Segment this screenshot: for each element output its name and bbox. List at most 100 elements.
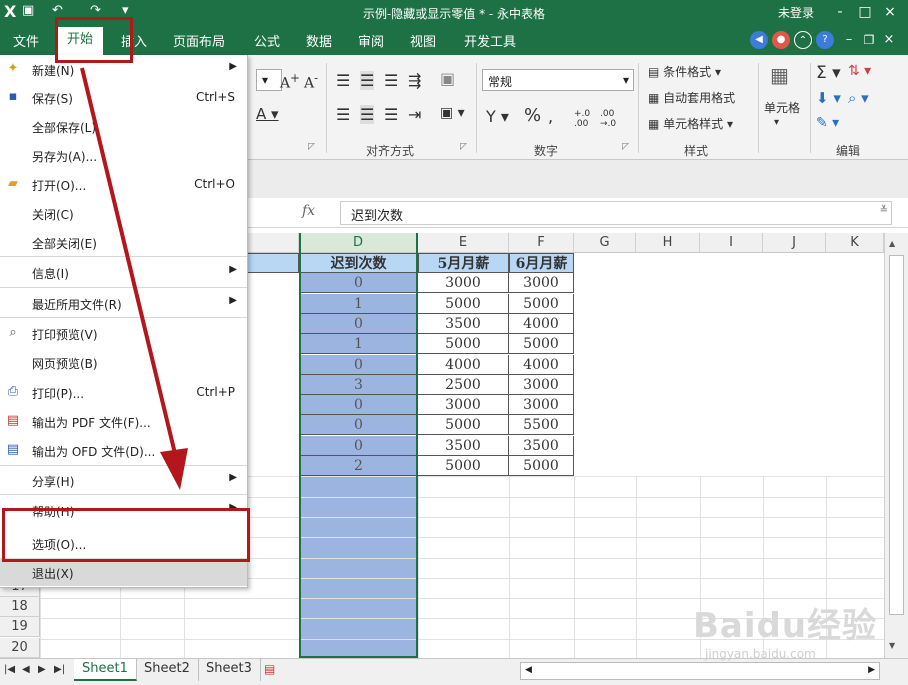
cell-e-9[interactable]: 5000 <box>418 415 509 436</box>
merge-cells-icon[interactable]: ▣ ▾ <box>440 105 465 121</box>
decrease-decimal-icon[interactable]: .00 →.0 <box>600 109 616 129</box>
conditional-format-button[interactable]: ▤ 条件格式 ▾ <box>648 63 721 80</box>
scroll-left-icon[interactable]: ◀ <box>525 665 532 675</box>
cell-d-9[interactable]: 0 <box>299 415 418 436</box>
file-menu-item-14[interactable]: 分享(H) ▶ <box>0 466 247 494</box>
align-middle-icon[interactable]: ☰ <box>360 71 375 90</box>
column-header-d[interactable]: D <box>299 233 418 253</box>
column-header-i[interactable]: I <box>700 233 763 253</box>
currency-format-icon[interactable]: Y ▾ <box>486 107 509 126</box>
formula-input[interactable]: 迟到次数 <box>340 201 892 225</box>
auto-table-format-button[interactable]: ▦ 自动套用格式 <box>648 89 735 106</box>
cell-e-7[interactable]: 2500 <box>418 374 509 395</box>
indent-icon[interactable]: ⇥ <box>408 105 421 124</box>
cell-e-6[interactable]: 4000 <box>418 354 509 375</box>
file-menu-item-12[interactable]: ▤ 输出为 PDF 文件(F)... <box>0 407 247 435</box>
cell-f-7[interactable]: 3000 <box>509 374 574 395</box>
last-sheet-icon[interactable]: ▶| <box>54 664 65 675</box>
vertical-scrollbar[interactable]: ▲ ▼ <box>884 233 908 658</box>
file-menu-item-2[interactable]: 全部保存(L) <box>0 112 247 140</box>
horizontal-scrollbar[interactable]: ◀ ▶ <box>520 662 880 680</box>
find-icon[interactable]: ⌕ ▾ <box>848 89 869 107</box>
cell-e-8[interactable]: 3000 <box>418 395 509 416</box>
cell-f-11[interactable]: 5000 <box>509 456 574 476</box>
fx-icon[interactable]: fx <box>302 203 315 219</box>
column-header-g[interactable]: G <box>574 233 636 253</box>
tab-view[interactable]: 视图 <box>410 31 436 50</box>
next-sheet-icon[interactable]: ▶ <box>38 664 46 675</box>
sheet-tab-1[interactable]: Sheet1 <box>74 659 137 681</box>
align-top-icon[interactable]: ☰ <box>336 71 350 90</box>
cell-style-button[interactable]: ▦ 单元格样式 ▾ <box>648 115 733 132</box>
column-header-h[interactable]: H <box>636 233 700 253</box>
cell-f-10[interactable]: 3500 <box>509 435 574 456</box>
align-bottom-icon[interactable]: ☰ <box>384 71 398 90</box>
cell-d-3[interactable]: 1 <box>299 293 418 314</box>
cell-f-3[interactable]: 5000 <box>509 293 574 314</box>
file-menu-item-11[interactable]: ⎙ 打印(P)... Ctrl+P <box>0 378 247 406</box>
close-button[interactable]: × <box>880 2 900 22</box>
file-menu-item-5[interactable]: 关闭(C) <box>0 199 247 227</box>
cell-d-10[interactable]: 0 <box>299 435 418 456</box>
file-menu-item-3[interactable]: 另存为(A)... <box>0 141 247 169</box>
header-cell-f[interactable]: 6月月薪 <box>509 253 574 273</box>
number-launcher-icon[interactable]: ◸ <box>622 142 629 152</box>
file-menu-item-17[interactable]: 退出(X) <box>0 558 247 586</box>
header-cell-d[interactable]: 迟到次数 <box>299 253 418 273</box>
percent-style-icon[interactable]: % <box>524 105 541 126</box>
doc-minimize-icon[interactable]: – <box>840 31 858 49</box>
cell-d-4[interactable]: 0 <box>299 313 418 334</box>
file-menu-item-10[interactable]: 网页预览(B) <box>0 348 247 376</box>
collapse-ribbon-icon[interactable]: ⌃ <box>794 31 812 49</box>
alignment-launcher-icon[interactable]: ◸ <box>460 142 467 152</box>
file-menu-item-15[interactable]: 帮助(H) ▶ <box>0 496 247 524</box>
file-menu-item-1[interactable]: ▪ 保存(S) Ctrl+S <box>0 83 247 111</box>
prev-sheet-icon[interactable]: ◀ <box>22 664 30 675</box>
file-menu-item-9[interactable]: ⌕ 打印预览(V) <box>0 319 247 347</box>
sheet-tab-3[interactable]: Sheet3 <box>198 659 261 681</box>
cell-d-8[interactable]: 0 <box>299 395 418 416</box>
file-menu-item-6[interactable]: 全部关闭(E) <box>0 228 247 256</box>
cells-button[interactable]: 单元格 <box>764 99 800 116</box>
cell-d-7[interactable]: 3 <box>299 374 418 395</box>
cell-d-5[interactable]: 1 <box>299 334 418 355</box>
cell-e-10[interactable]: 3500 <box>418 435 509 456</box>
font-size-dropdown[interactable]: ▾ <box>256 69 282 91</box>
cell-d-2[interactable]: 0 <box>299 273 418 294</box>
font-color-icon[interactable]: A ▾ <box>256 105 279 123</box>
align-center-icon[interactable]: ☰ <box>360 105 375 124</box>
fill-icon[interactable]: ⬇ ▾ <box>816 89 841 107</box>
align-left-icon[interactable]: ☰ <box>336 105 350 124</box>
autosum-icon[interactable]: Σ ▾ <box>816 63 841 83</box>
cell-d-11[interactable]: 2 <box>299 456 418 476</box>
tab-developer[interactable]: 开发工具 <box>464 31 516 50</box>
column-header-e[interactable]: E <box>418 233 509 253</box>
cell-f-6[interactable]: 4000 <box>509 354 574 375</box>
font-group-launcher-icon[interactable]: ◸ <box>308 142 315 152</box>
scroll-thumb[interactable] <box>889 255 904 615</box>
file-menu-item-13[interactable]: ▤ 输出为 OFD 文件(D)... <box>0 436 247 464</box>
shrink-font-icon[interactable]: A- <box>304 71 318 92</box>
cell-d-6[interactable]: 0 <box>299 354 418 375</box>
tab-insert[interactable]: 插入 <box>121 31 147 50</box>
cell-f-2[interactable]: 3000 <box>509 273 574 294</box>
scroll-down-icon[interactable]: ▼ <box>889 641 895 650</box>
increase-decimal-icon[interactable]: +.0.00 <box>574 109 590 129</box>
tab-page-layout[interactable]: 页面布局 <box>173 31 225 50</box>
cell-e-4[interactable]: 3500 <box>418 313 509 334</box>
column-header-j[interactable]: J <box>763 233 826 253</box>
add-sheet-icon[interactable]: ▤ <box>264 662 275 676</box>
number-format-select[interactable]: 常规 ▾ <box>482 69 634 91</box>
file-menu-item-16[interactable]: 选项(O)... <box>0 529 247 557</box>
cell-f-9[interactable]: 5500 <box>509 415 574 436</box>
login-status[interactable]: 未登录 <box>778 4 814 21</box>
tab-file[interactable]: 文件 <box>13 31 39 50</box>
cell-e-11[interactable]: 5000 <box>418 456 509 476</box>
doc-close-icon[interactable]: × <box>880 31 898 49</box>
cell-e-3[interactable]: 5000 <box>418 293 509 314</box>
first-sheet-icon[interactable]: |◀ <box>4 664 15 675</box>
scroll-up-icon[interactable]: ▲ <box>889 239 895 248</box>
restore-button[interactable]: □ <box>855 2 875 22</box>
sort-filter-icon[interactable]: ⇅ ▾ <box>848 63 871 79</box>
tab-data[interactable]: 数据 <box>306 31 332 50</box>
